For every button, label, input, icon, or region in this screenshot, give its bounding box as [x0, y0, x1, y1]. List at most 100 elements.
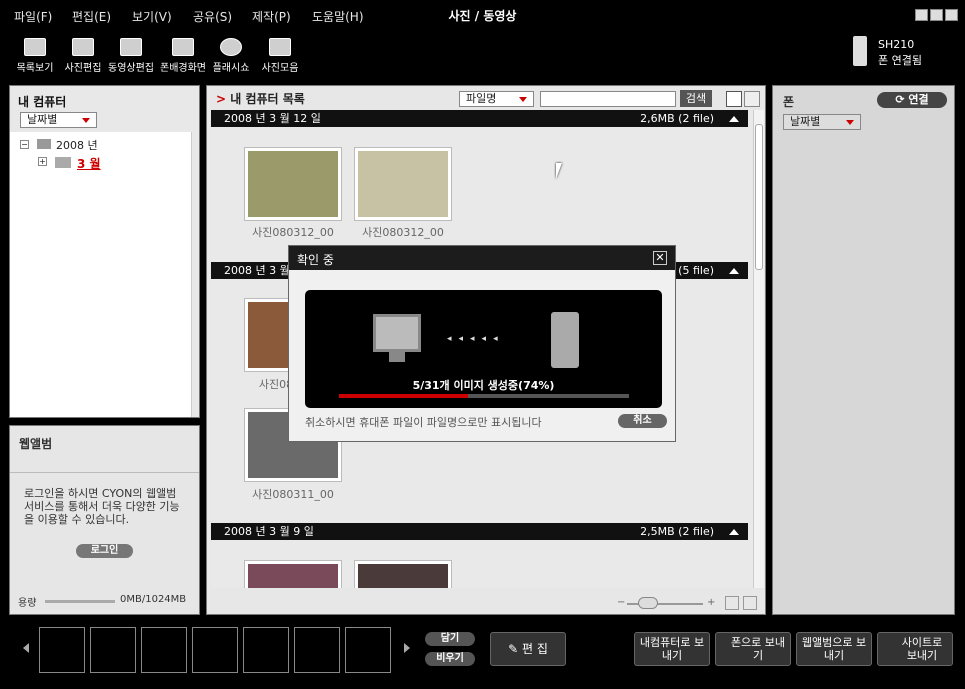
- mouse-cursor-icon: [556, 163, 568, 179]
- maximize-button[interactable]: [930, 9, 943, 21]
- folder-open-icon: [55, 157, 71, 168]
- dialog-close-button[interactable]: ✕: [653, 251, 667, 265]
- expand-icon[interactable]: +: [38, 157, 47, 166]
- transfer-arrows-icon: ◂◂◂◂◂: [447, 334, 505, 344]
- zoom-slider-handle[interactable]: [638, 597, 658, 609]
- pencil-icon: ✎: [508, 642, 522, 656]
- next-arrow-icon[interactable]: [404, 643, 415, 653]
- group-date: 2008 년 3 월 12 일: [224, 112, 321, 125]
- edit-button[interactable]: ✎ 편 집: [490, 632, 566, 666]
- tree-scrollbar[interactable]: [191, 132, 192, 417]
- sort-select[interactable]: 날짜별: [20, 112, 97, 128]
- tray-slot[interactable]: [345, 627, 391, 673]
- collapse-up-icon[interactable]: [729, 529, 739, 535]
- dialog-note: 취소하시면 휴대폰 파일이 파일명으로만 표시됩니다: [305, 416, 542, 429]
- send-to-site-button[interactable]: 사이트로 보내기: [877, 632, 953, 666]
- webalbum-text: 로그인을 하시면 CYON의 웹앨범 서비스를 통해서 더욱 다양한 기능을 이…: [24, 487, 180, 526]
- capacity-value: 0MB/1024MB: [120, 594, 187, 605]
- divider: [10, 472, 199, 473]
- tool-label: 사진모음: [261, 63, 299, 74]
- search-button[interactable]: 검색: [680, 90, 712, 107]
- tool-label: 플래시쇼: [212, 63, 250, 74]
- phone-panel: 폰 ⟳ 연결 날짜별: [772, 85, 955, 615]
- phone-sort-select[interactable]: 날짜별: [783, 114, 861, 130]
- collapse-icon[interactable]: −: [20, 140, 29, 149]
- group-date: 2008 년 3 월: [224, 264, 290, 277]
- collapse-up-icon[interactable]: [729, 268, 739, 274]
- cancel-button[interactable]: 취소: [618, 414, 667, 428]
- capacity-bar: [45, 600, 115, 603]
- photo-edit-button[interactable]: 사진편집: [58, 38, 108, 74]
- video-edit-button[interactable]: 동영상편집: [106, 38, 156, 74]
- refresh-icon: ⟳: [895, 93, 909, 106]
- photo-album-icon: [269, 38, 291, 56]
- close-button[interactable]: [945, 9, 958, 21]
- list-view-button[interactable]: 목록보기: [10, 38, 60, 74]
- tray-slot[interactable]: [90, 627, 136, 673]
- dialog-title: 확인 중 ✕: [289, 246, 675, 270]
- progress-fill: [339, 394, 468, 398]
- thumbnail[interactable]: [354, 560, 452, 588]
- capacity-label: 용량: [18, 598, 37, 609]
- thumbnail[interactable]: [244, 560, 342, 588]
- wallpaper-button[interactable]: 폰배경화면: [158, 38, 208, 74]
- empty-button[interactable]: 비우기: [425, 652, 475, 666]
- minimize-button[interactable]: [915, 9, 928, 21]
- edit-label: 편 집: [521, 642, 548, 656]
- thumbnail[interactable]: [354, 147, 452, 221]
- progress-text: 5/31개 이미지 생성중(74%): [412, 379, 555, 392]
- tree-year[interactable]: 2008 년: [56, 137, 98, 153]
- zoom-in-icon[interactable]: +: [707, 597, 715, 608]
- search-input[interactable]: [540, 91, 676, 107]
- scroll-thumb[interactable]: [755, 124, 763, 270]
- list-scrollbar[interactable]: [753, 110, 764, 588]
- list-icon: [24, 38, 46, 56]
- send-to-pc-button[interactable]: 내컴퓨터로 보내기: [634, 632, 710, 666]
- photo-collect-button[interactable]: 사진모음: [255, 38, 305, 74]
- actual-size-icon[interactable]: [725, 596, 739, 610]
- search-field-select[interactable]: 파일명: [459, 91, 534, 107]
- fit-screen-icon[interactable]: [743, 596, 757, 610]
- tray-slot[interactable]: [39, 627, 85, 673]
- clapper-icon: [120, 38, 142, 56]
- tray-slot[interactable]: [192, 627, 238, 673]
- thumbnail-caption: 사진080311_00: [252, 488, 334, 501]
- tree-month[interactable]: 3 월: [77, 155, 101, 172]
- send-to-phone-button[interactable]: 폰으로 보내기: [715, 632, 791, 666]
- pull-button[interactable]: 담기: [425, 632, 475, 646]
- date-group-header[interactable]: 2008 년 3 월 12 일 2,6MB (2 file): [211, 110, 748, 127]
- tray-slot[interactable]: [141, 627, 187, 673]
- flash-show-button[interactable]: 플래시쇼: [206, 38, 256, 74]
- large-view-icon[interactable]: [726, 91, 742, 107]
- grid-view-icon[interactable]: [744, 91, 760, 107]
- webalbum-panel: 웹앨범 로그인을 하시면 CYON의 웹앨범 서비스를 통해서 더욱 다양한 기…: [9, 425, 200, 615]
- monitor-icon: [373, 314, 421, 352]
- thumbnail-caption: 사진080312_00: [252, 226, 334, 239]
- arrow-icon: >: [216, 92, 227, 106]
- window-title: 사진 / 동영상: [448, 9, 517, 23]
- tool-label: 동영상편집: [108, 63, 154, 74]
- wallpaper-icon: [172, 38, 194, 56]
- group-date: 2008 년 3 월 9 일: [224, 525, 314, 538]
- send-to-webalbum-button[interactable]: 웹앨범으로 보내기: [796, 632, 872, 666]
- menu-bar: 파일(F) 편집(E) 보기(V) 공유(S) 제작(P) 도움말(H) 사진 …: [0, 0, 965, 30]
- date-group-header[interactable]: 2008 년 3 월 9 일 2,5MB (2 file): [211, 523, 748, 540]
- flash-icon: [220, 38, 242, 56]
- prev-arrow-icon[interactable]: [18, 643, 29, 653]
- thumbnail[interactable]: [244, 147, 342, 221]
- login-button[interactable]: 로그인: [76, 544, 133, 558]
- phone-model: SH210: [878, 38, 915, 51]
- tool-label: 사진편집: [64, 63, 102, 74]
- zoom-out-icon[interactable]: −: [617, 597, 625, 608]
- dialog-title-text: 확인 중: [297, 253, 334, 267]
- connect-button[interactable]: ⟳ 연결: [877, 92, 947, 108]
- connect-label: 연결: [908, 93, 929, 106]
- phone-icon: [853, 36, 867, 66]
- thumbnail-image: [358, 151, 448, 217]
- thumbnail-caption: 사진080312_00: [362, 226, 444, 239]
- thumbnail-image: [358, 564, 448, 588]
- tray-slot[interactable]: [294, 627, 340, 673]
- collapse-up-icon[interactable]: [729, 116, 739, 122]
- folder-icon: [37, 139, 51, 149]
- tray-slot[interactable]: [243, 627, 289, 673]
